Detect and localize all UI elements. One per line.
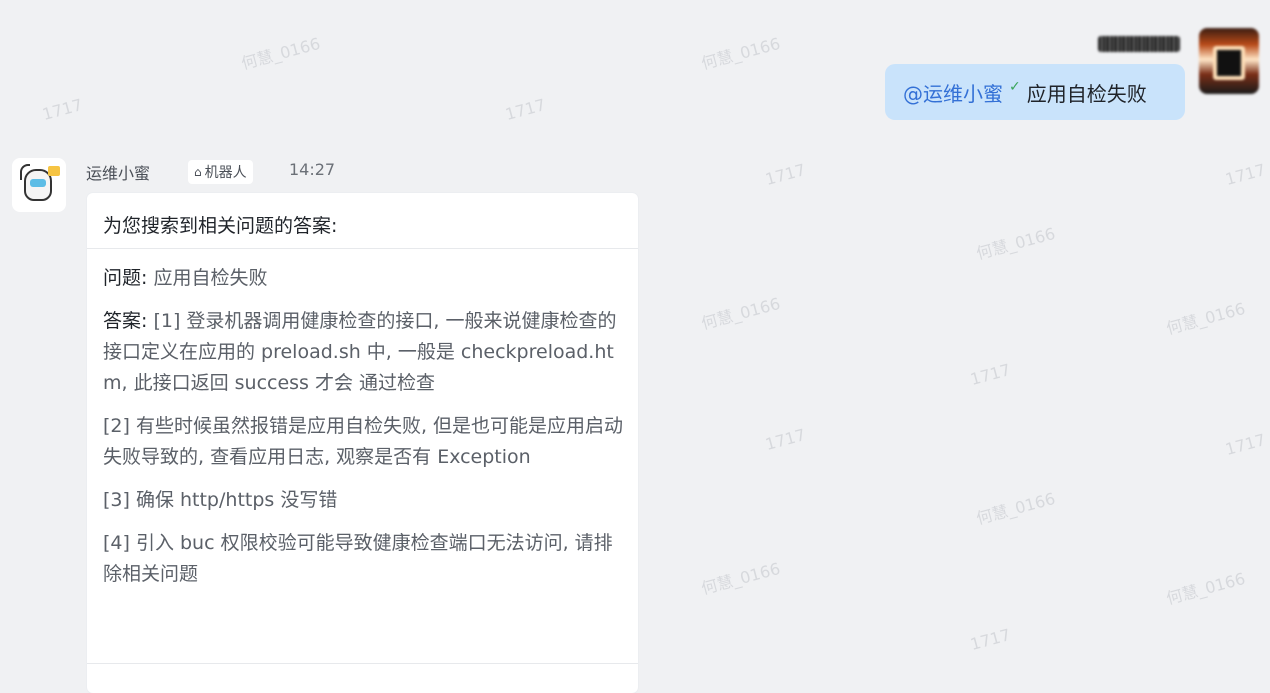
avatar-image bbox=[1213, 46, 1245, 80]
answer-item: [3] 确保 http/https 没写错 bbox=[103, 489, 338, 511]
my-sender-name bbox=[1098, 36, 1180, 52]
answer-card[interactable]: 为您搜索到相关问题的答案: 问题: 应用自检失败 答案: [1] 登录机器调用健… bbox=[87, 193, 638, 693]
sent-message-text: 应用自检失败 bbox=[1026, 81, 1147, 106]
chat-area: 何慧_0166 何慧_0166 1717 1717 1717 1717 何慧_0… bbox=[0, 0, 1270, 693]
watermark: 何慧_0166 bbox=[699, 33, 783, 74]
message-timestamp: 14:27 bbox=[289, 160, 336, 179]
bot-tag-label: 机器人 bbox=[204, 165, 247, 181]
question-line: 问题: 应用自检失败 bbox=[103, 263, 622, 294]
read-check-icon: ✓ bbox=[1009, 79, 1021, 95]
question-label: 问题: bbox=[103, 267, 148, 289]
watermark: 1717 bbox=[763, 160, 808, 189]
answer-item: [4] 引入 buc 权限校验可能导致健康检查端口无法访问, 请排除相关问题 bbox=[103, 532, 613, 585]
bot-tag: ⌂ 机器人 bbox=[188, 160, 253, 184]
watermark: 1717 bbox=[763, 425, 808, 454]
watermark: 何慧_0166 bbox=[1164, 298, 1248, 339]
sent-message-bubble[interactable]: @运维小蜜 ✓ 应用自检失败 bbox=[885, 64, 1185, 120]
watermark: 何慧_0166 bbox=[974, 223, 1058, 264]
watermark: 1717 bbox=[503, 95, 548, 124]
robot-visor-icon bbox=[30, 179, 46, 187]
watermark: 1717 bbox=[40, 95, 85, 124]
watermark: 何慧_0166 bbox=[239, 33, 323, 74]
watermark: 何慧_0166 bbox=[1164, 568, 1248, 609]
bot-sender-name[interactable]: 运维小蜜 bbox=[86, 160, 150, 184]
watermark: 何慧_0166 bbox=[699, 558, 783, 599]
my-avatar[interactable] bbox=[1199, 28, 1259, 94]
card-footer-divider bbox=[87, 663, 638, 664]
watermark: 何慧_0166 bbox=[699, 293, 783, 334]
watermark: 1717 bbox=[968, 360, 1013, 389]
card-header: 为您搜索到相关问题的答案: bbox=[87, 193, 638, 249]
watermark: 1717 bbox=[968, 625, 1013, 654]
card-body: 问题: 应用自检失败 答案: [1] 登录机器调用健康检查的接口, 一般来说健康… bbox=[87, 263, 638, 590]
question-text: 应用自检失败 bbox=[153, 267, 268, 289]
bot-avatar[interactable] bbox=[12, 158, 66, 212]
robot-icon: ⌂ bbox=[194, 165, 202, 179]
answer-item: 答案: [1] 登录机器调用健康检查的接口, 一般来说健康检查的接口定义在应用的… bbox=[103, 306, 626, 399]
answer-item: [2] 有些时候虽然报错是应用自检失败, 但是也可能是应用启动失败导致的, 查看… bbox=[103, 415, 624, 468]
watermark: 何慧_0166 bbox=[974, 488, 1058, 529]
bot-badge-icon bbox=[48, 166, 60, 176]
answer-label: 答案: bbox=[103, 310, 148, 332]
mention-link[interactable]: @运维小蜜 bbox=[903, 78, 1003, 107]
watermark: 1717 bbox=[1223, 160, 1268, 189]
watermark: 1717 bbox=[1223, 430, 1268, 459]
answer-text-1: [1] 登录机器调用健康检查的接口, 一般来说健康检查的接口定义在应用的 pre… bbox=[103, 310, 617, 394]
